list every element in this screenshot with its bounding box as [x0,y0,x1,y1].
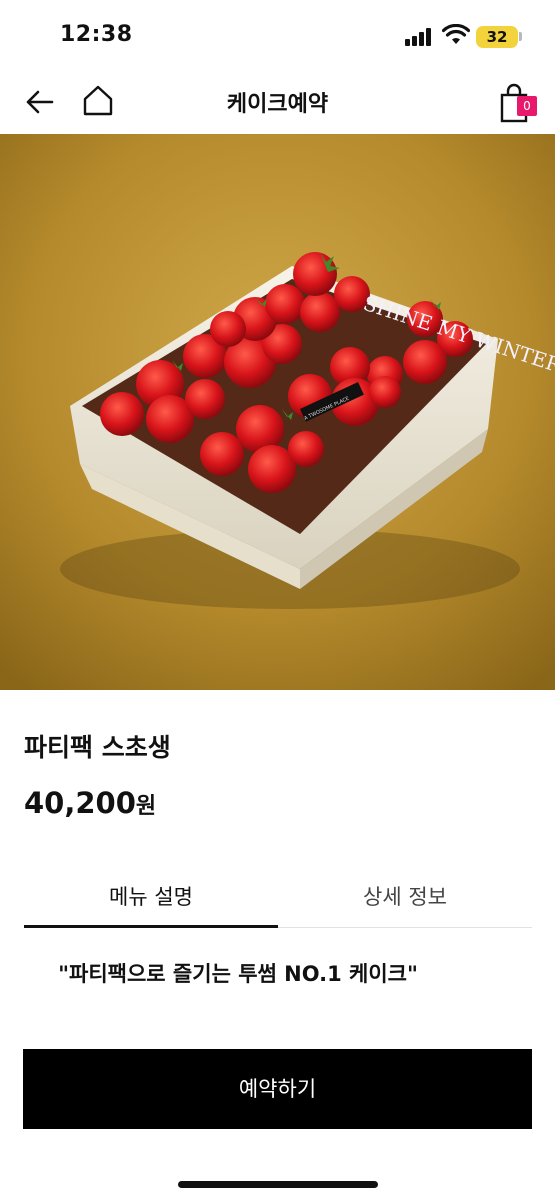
status-time: 12:38 [60,22,133,47]
product-image: SHINE MY WINTER A TWOSOME PLACE [0,134,555,690]
menu-description-text: "파티팩으로 즐기는 투썸 NO.1 케이크" [58,962,418,986]
battery-nub [519,32,522,41]
nav-bar: 케이크예약 [0,70,555,134]
cellular-signal-icon [405,28,435,46]
page-title: 케이크예약 [226,92,329,117]
wifi-icon [442,24,470,44]
product-name: 파티팩 스초생 [24,733,171,762]
cart-count-badge: 0 [517,96,537,116]
home-indicator[interactable] [178,1181,378,1188]
tab-menu-description[interactable]: 메뉴 설명 [24,862,278,928]
tab-bar: 메뉴 설명 상세 정보 [24,862,532,928]
cake-photo: SHINE MY WINTER A TWOSOME PLACE [0,134,555,690]
price-value: 40,200 [24,786,136,820]
product-price: 40,200원 [24,786,156,820]
tab-detail-info[interactable]: 상세 정보 [278,862,532,928]
status-bar: 12:38 32 [0,0,555,70]
price-unit: 원 [135,794,157,819]
battery-icon: 32 [476,26,518,48]
reserve-button[interactable]: 예약하기 [23,1049,532,1129]
